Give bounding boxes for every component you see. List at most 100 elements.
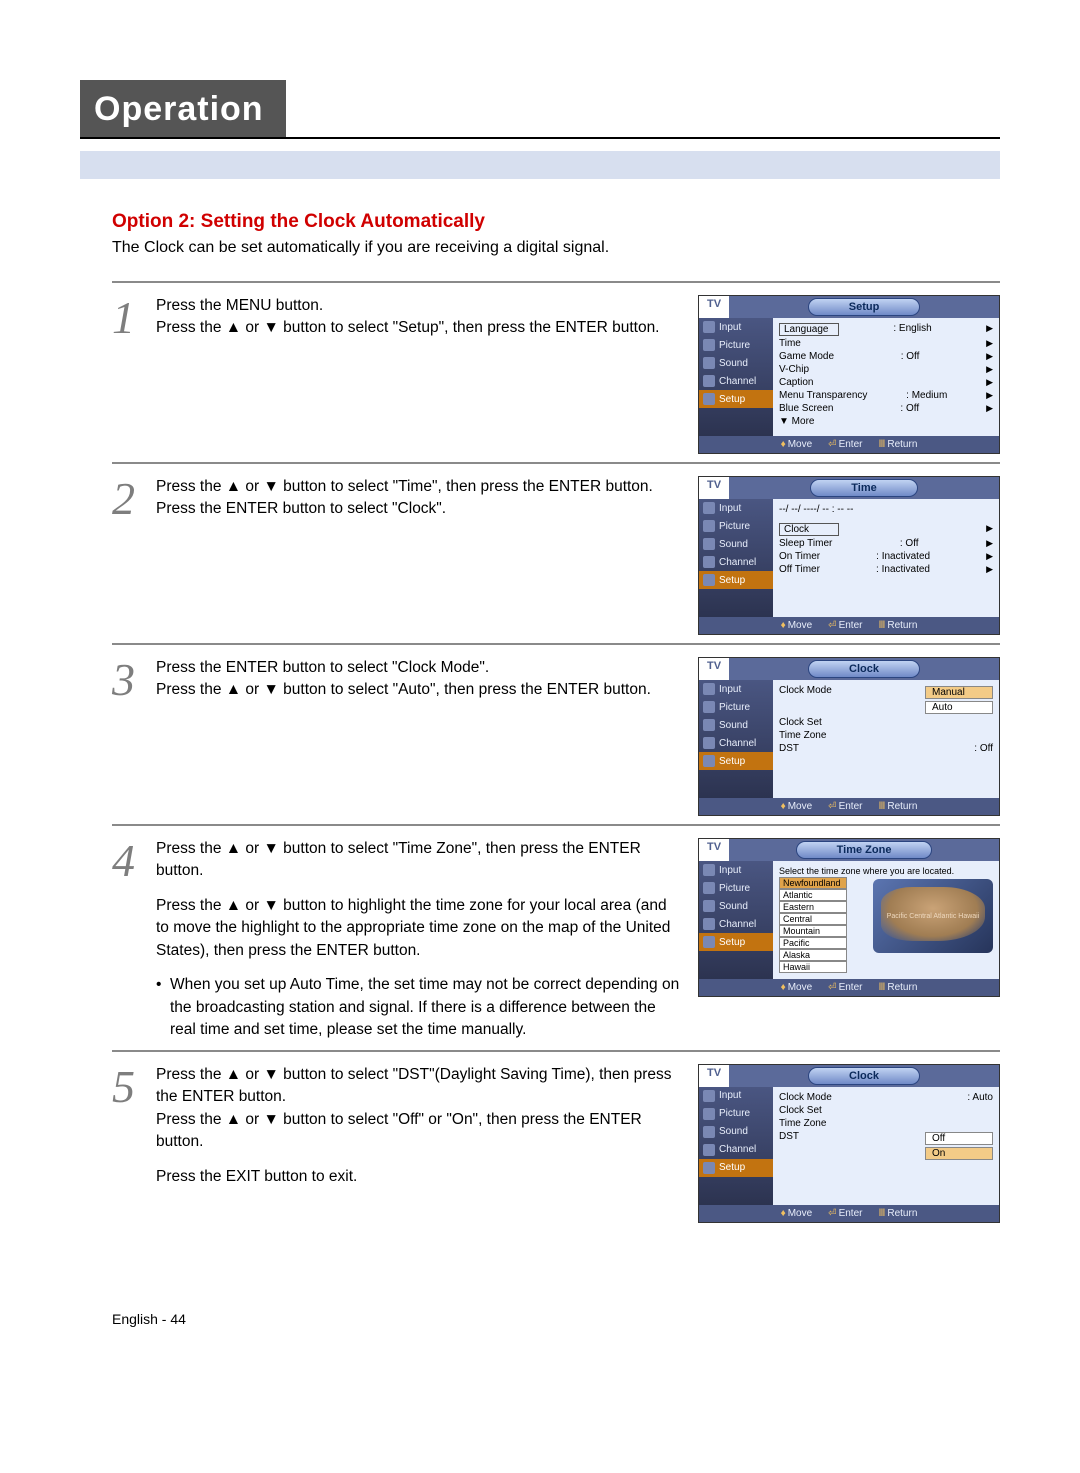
menu-more[interactable]: ▼ More	[779, 416, 814, 427]
step-5-line-2: Press the ▲ or ▼ button to select "Off" …	[156, 1109, 682, 1154]
step-5: 5 Press the ▲ or ▼ button to select "DST…	[112, 1050, 1000, 1231]
nav-setup[interactable]: Setup	[699, 571, 773, 589]
menu-clock-mode[interactable]: Clock Mode	[779, 1092, 832, 1103]
osd-footer: ♦Move ⏎Enter ⅢReturn	[699, 436, 999, 453]
menu-time-zone[interactable]: Time Zone	[779, 730, 826, 741]
osd-time-zone: TV Time Zone Input Picture Sound Channel…	[698, 838, 1000, 997]
osd-title: Clock	[808, 1067, 920, 1085]
time-current: --/ --/ ----/ -- : -- --	[779, 504, 853, 515]
tz-pacific[interactable]: Pacific	[779, 937, 847, 949]
menu-clock[interactable]: Clock	[779, 523, 839, 536]
step-4: 4 Press the ▲ or ▼ button to select "Tim…	[112, 824, 1000, 1050]
step-4-text: Press the ▲ or ▼ button to select "Time …	[156, 838, 698, 1042]
osd-setup: TV Setup Input Picture Sound Channel Set…	[698, 295, 1000, 454]
menu-vchip[interactable]: V-Chip	[779, 364, 809, 375]
nav-channel[interactable]: Channel	[699, 372, 773, 390]
option-off[interactable]: Off	[925, 1132, 993, 1145]
step-1-line-1: Press the MENU button.	[156, 295, 682, 317]
accent-bar	[80, 151, 1000, 179]
tz-atlantic[interactable]: Atlantic	[779, 889, 847, 901]
menu-game-mode[interactable]: Game Mode	[779, 351, 834, 362]
step-3-line-2: Press the ▲ or ▼ button to select "Auto"…	[156, 679, 682, 701]
osd-nav: Input Picture Sound Channel Setup	[699, 318, 773, 436]
menu-time-zone[interactable]: Time Zone	[779, 1118, 826, 1129]
nav-sound[interactable]: Sound	[699, 354, 773, 372]
osd-panel: Language: English▶ Time▶ Game Mode: Off▶…	[773, 318, 999, 436]
step-3: 3 Press the ENTER button to select "Cloc…	[112, 643, 1000, 824]
menu-off-timer[interactable]: Off Timer	[779, 564, 820, 575]
osd-title: Setup	[808, 298, 921, 316]
step-1: 1 Press the MENU button. Press the ▲ or …	[112, 281, 1000, 462]
nav-input[interactable]: Input	[699, 1087, 773, 1105]
tz-mountain[interactable]: Mountain	[779, 925, 847, 937]
step-2-line-1: Press the ▲ or ▼ button to select "Time"…	[156, 476, 682, 498]
step-3-line-1: Press the ENTER button to select "Clock …	[156, 657, 682, 679]
nav-picture[interactable]: Picture	[699, 1105, 773, 1123]
nav-setup[interactable]: Setup	[699, 752, 773, 770]
menu-caption[interactable]: Caption	[779, 377, 813, 388]
option-auto[interactable]: Auto	[925, 701, 993, 714]
option-on[interactable]: On	[925, 1147, 993, 1160]
nav-sound[interactable]: Sound	[699, 716, 773, 734]
nav-input[interactable]: Input	[699, 499, 773, 517]
nav-picture[interactable]: Picture	[699, 698, 773, 716]
step-number: 5	[112, 1064, 156, 1223]
tz-alaska[interactable]: Alaska	[779, 949, 847, 961]
step-2: 2 Press the ▲ or ▼ button to select "Tim…	[112, 462, 1000, 643]
menu-on-timer[interactable]: On Timer	[779, 551, 820, 562]
osd-title: Time Zone	[796, 841, 933, 859]
step-2-text: Press the ▲ or ▼ button to select "Time"…	[156, 476, 698, 635]
nav-channel[interactable]: Channel	[699, 553, 773, 571]
nav-channel[interactable]: Channel	[699, 734, 773, 752]
page-title: Operation	[80, 80, 286, 137]
step-1-text: Press the MENU button. Press the ▲ or ▼ …	[156, 295, 698, 454]
menu-language[interactable]: Language	[779, 323, 839, 336]
option-manual[interactable]: Manual	[925, 686, 993, 699]
tz-eastern[interactable]: Eastern	[779, 901, 847, 913]
tz-hawaii[interactable]: Hawaii	[779, 961, 847, 973]
menu-clock-set[interactable]: Clock Set	[779, 717, 822, 728]
osd-source: TV	[699, 477, 729, 499]
nav-sound[interactable]: Sound	[699, 1123, 773, 1141]
step-number: 2	[112, 476, 156, 635]
step-number: 3	[112, 657, 156, 816]
menu-transparency[interactable]: Menu Transparency	[779, 390, 867, 401]
osd-source: TV	[699, 296, 729, 318]
tz-central[interactable]: Central	[779, 913, 847, 925]
nav-setup[interactable]: Setup	[699, 1159, 773, 1177]
nav-picture[interactable]: Picture	[699, 517, 773, 535]
step-5-line-1: Press the ▲ or ▼ button to select "DST"(…	[156, 1064, 682, 1109]
menu-time[interactable]: Time	[779, 338, 801, 349]
nav-sound[interactable]: Sound	[699, 897, 773, 915]
osd-title: Clock	[808, 660, 920, 678]
page-header: Operation	[80, 80, 1000, 139]
step-number: 4	[112, 838, 156, 1042]
nav-input[interactable]: Input	[699, 318, 773, 336]
osd-source: TV	[699, 658, 729, 680]
menu-dst[interactable]: DST	[779, 743, 799, 754]
step-1-line-2: Press the ▲ or ▼ button to select "Setup…	[156, 317, 682, 339]
menu-blue-screen[interactable]: Blue Screen	[779, 403, 833, 414]
osd-clock-dst: TV Clock Input Picture Sound Channel Set…	[698, 1064, 1000, 1223]
nav-input[interactable]: Input	[699, 861, 773, 879]
nav-setup[interactable]: Setup	[699, 933, 773, 951]
option-intro: The Clock can be set automatically if yo…	[112, 239, 1000, 257]
menu-clock-mode[interactable]: Clock Mode	[779, 685, 832, 715]
menu-clock-set[interactable]: Clock Set	[779, 1105, 822, 1116]
menu-sleep-timer[interactable]: Sleep Timer	[779, 538, 832, 549]
tz-hint: Select the time zone where you are locat…	[779, 866, 954, 876]
menu-dst[interactable]: DST	[779, 1131, 799, 1161]
nav-picture[interactable]: Picture	[699, 879, 773, 897]
nav-input[interactable]: Input	[699, 680, 773, 698]
nav-picture[interactable]: Picture	[699, 336, 773, 354]
step-4-note: When you set up Auto Time, the set time …	[156, 974, 682, 1041]
nav-setup[interactable]: Setup	[699, 390, 773, 408]
osd-source: TV	[699, 839, 729, 861]
nav-channel[interactable]: Channel	[699, 915, 773, 933]
step-number: 1	[112, 295, 156, 454]
tz-newfoundland[interactable]: Newfoundland	[779, 877, 847, 889]
step-2-line-2: Press the ENTER button to select "Clock"…	[156, 498, 682, 520]
nav-sound[interactable]: Sound	[699, 535, 773, 553]
nav-channel[interactable]: Channel	[699, 1141, 773, 1159]
option-title: Option 2: Setting the Clock Automaticall…	[112, 211, 1000, 233]
